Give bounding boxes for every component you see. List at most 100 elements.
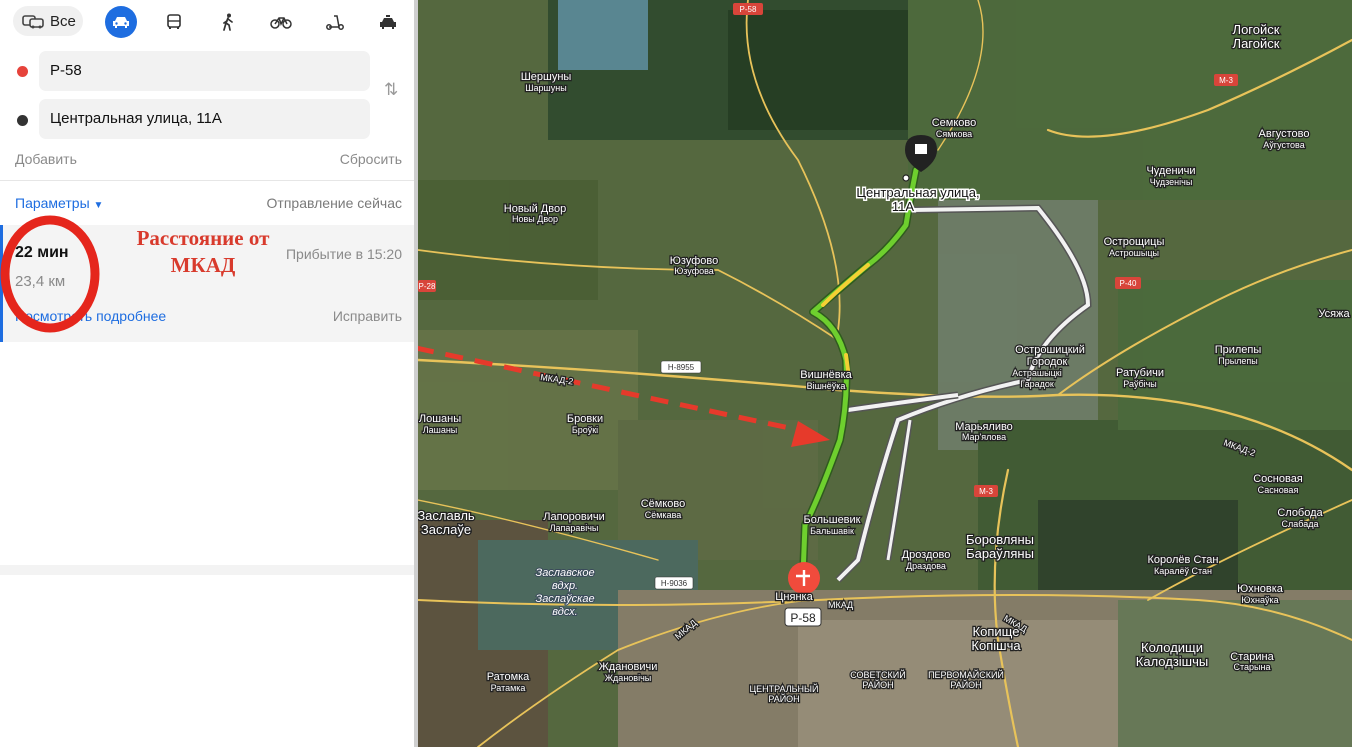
- place-label: Большевик: [804, 514, 861, 526]
- form-divider: [0, 180, 414, 181]
- place-label-alt: Астрашыцкі: [1012, 368, 1061, 378]
- place-label-alt: Мар'ялова: [962, 432, 1006, 442]
- place-label: Острощицы: [1104, 236, 1165, 248]
- destination-label-line2: 11А: [892, 199, 914, 214]
- place-label: Лошаны: [419, 413, 461, 425]
- place-label: Городок: [1027, 356, 1068, 368]
- place-label-alt: Каралёў Стан: [1154, 566, 1212, 576]
- place-label: Заславль: [418, 508, 475, 523]
- place-label-alt: Заслаўе: [421, 522, 471, 537]
- route-panel: Все Р-58 Центральная улица, 11А ⇅ Добави…: [0, 0, 414, 747]
- route-from-input[interactable]: Р-58: [39, 51, 370, 91]
- mode-bus-button[interactable]: [158, 6, 190, 38]
- svg-text:СОВЕТСКИЙ: СОВЕТСКИЙ: [850, 669, 906, 680]
- transport-modes: Все: [0, 0, 414, 44]
- mode-scooter-button[interactable]: [319, 6, 351, 38]
- place-label-alt: Бараўляны: [966, 546, 1034, 561]
- chevron-down-icon: ▼: [93, 200, 104, 211]
- annotation-text: Расстояние от МКАД: [128, 225, 278, 279]
- place-label-alt: Шаршуны: [525, 83, 566, 93]
- mode-walk-button[interactable]: [212, 6, 244, 38]
- place-label-alt: Броўкі: [572, 425, 598, 435]
- map-canvas[interactable]: Центральная улица, 11А Р-58 Р-58 М-3 Р-4…: [418, 0, 1352, 747]
- mode-car-button[interactable]: [105, 6, 137, 38]
- svg-text:РАЙОН: РАЙОН: [768, 693, 799, 704]
- road-shield-h9036: Н-9036: [654, 576, 694, 590]
- road-shield-r58-top: Р-58: [733, 3, 763, 15]
- reset-route-link[interactable]: Сбросить: [340, 151, 402, 167]
- svg-text:МКАД: МКАД: [828, 600, 853, 610]
- place-label: Копище: [973, 624, 1020, 639]
- place-label: Шершуны: [521, 71, 572, 83]
- place-label-alt: Новы Двор: [512, 214, 558, 224]
- place-label-alt: Сасновая: [1258, 485, 1299, 495]
- place-label-alt: Старына: [1234, 662, 1271, 672]
- mode-all-button[interactable]: Все: [13, 6, 83, 36]
- place-label-alt: Чудзенічы: [1150, 177, 1193, 187]
- annotation-circle: [0, 215, 100, 333]
- place-label: Сёмково: [641, 498, 686, 510]
- road-shield-h8955: Н-8955: [660, 360, 702, 374]
- bike-icon: [270, 17, 292, 29]
- svg-text:вдхр.: вдхр.: [552, 580, 578, 592]
- road-shield-m3-top: М-3: [1214, 74, 1238, 86]
- place-label-alt: Ратамка: [491, 683, 526, 693]
- mode-taxi-button[interactable]: [372, 6, 404, 38]
- route-params-button[interactable]: Параметры ▼: [15, 195, 103, 211]
- departure-time-selector[interactable]: Отправление сейчас: [267, 195, 402, 211]
- place-label: Бровки: [567, 413, 603, 425]
- place-label-alt: Слабада: [1282, 519, 1319, 529]
- mode-bike-button[interactable]: [265, 6, 297, 38]
- svg-text:РАЙОН: РАЙОН: [862, 679, 893, 690]
- place-label: Цнянка: [775, 591, 813, 603]
- car-bus-icon: [22, 15, 44, 29]
- route-fix-link[interactable]: Исправить: [333, 308, 402, 324]
- annotation-line-1: Расстояние от: [136, 226, 270, 250]
- car-icon: [113, 17, 129, 28]
- satellite-map[interactable]: Центральная улица, 11А Р-58 Р-58 М-3 Р-4…: [418, 0, 1352, 747]
- road-shield-r40: Р-40: [1115, 277, 1141, 289]
- svg-text:ПЕРВОМАЙСКИЙ: ПЕРВОМАЙСКИЙ: [928, 669, 1004, 680]
- route-arrival-time: Прибытие в 15:20: [285, 246, 402, 262]
- place-label-alt: Лагойск: [1233, 36, 1280, 51]
- start-point-marker: [17, 66, 28, 77]
- place-label: Августово: [1259, 128, 1310, 140]
- place-label: Слобода: [1277, 507, 1323, 519]
- place-label-alt: Астрошыцы: [1109, 248, 1159, 258]
- road-shield-r28-left: Р-28: [418, 280, 436, 292]
- place-label: Усяжа: [1318, 308, 1350, 320]
- svg-text:вдсх.: вдсх.: [552, 606, 577, 618]
- place-label: Семково: [932, 117, 977, 129]
- walk-icon: [223, 13, 233, 31]
- place-label: Ратубичи: [1116, 367, 1164, 379]
- place-label-alt: Юзуфова: [674, 266, 714, 276]
- svg-text:Р-28: Р-28: [419, 282, 436, 291]
- destination-label-line1: Центральная улица,: [856, 185, 979, 200]
- bus-icon: [167, 14, 181, 29]
- svg-text:ЦЕНТРАЛЬНЫЙ: ЦЕНТРАЛЬНЫЙ: [749, 683, 818, 694]
- svg-text:Заславское: Заславское: [535, 567, 594, 579]
- svg-text:Р-58: Р-58: [740, 5, 757, 14]
- place-label-alt: Юхнаўка: [1241, 595, 1278, 605]
- place-label-alt: Копішча: [971, 638, 1021, 653]
- swap-route-icon[interactable]: ⇅: [384, 80, 398, 100]
- place-label: Вишнёвка: [800, 369, 852, 381]
- place-label: Логойск: [1233, 22, 1280, 37]
- route-to-input[interactable]: Центральная улица, 11А: [39, 99, 370, 139]
- place-label: Сосновая: [1253, 473, 1303, 485]
- annotation-line-2: МКАД: [170, 253, 236, 277]
- place-label: Юхновка: [1237, 583, 1284, 595]
- svg-text:РАЙОН: РАЙОН: [950, 679, 981, 690]
- add-point-link[interactable]: Добавить: [15, 151, 77, 167]
- place-label: Ратомка: [487, 671, 530, 683]
- start-marker[interactable]: [788, 562, 820, 594]
- place-label-alt: Ждановічы: [605, 673, 651, 683]
- place-label: Острошицкий: [1015, 344, 1085, 356]
- place-label-alt: Аўгустова: [1263, 140, 1304, 150]
- end-point-marker: [17, 115, 28, 126]
- place-label-alt: Лашаны: [423, 425, 458, 435]
- place-label-alt: Калодзішчы: [1136, 654, 1208, 669]
- place-label-alt: Раўбічы: [1123, 379, 1157, 389]
- mode-all-label: Все: [50, 12, 76, 30]
- place-label-alt: Вішнёўка: [807, 381, 846, 391]
